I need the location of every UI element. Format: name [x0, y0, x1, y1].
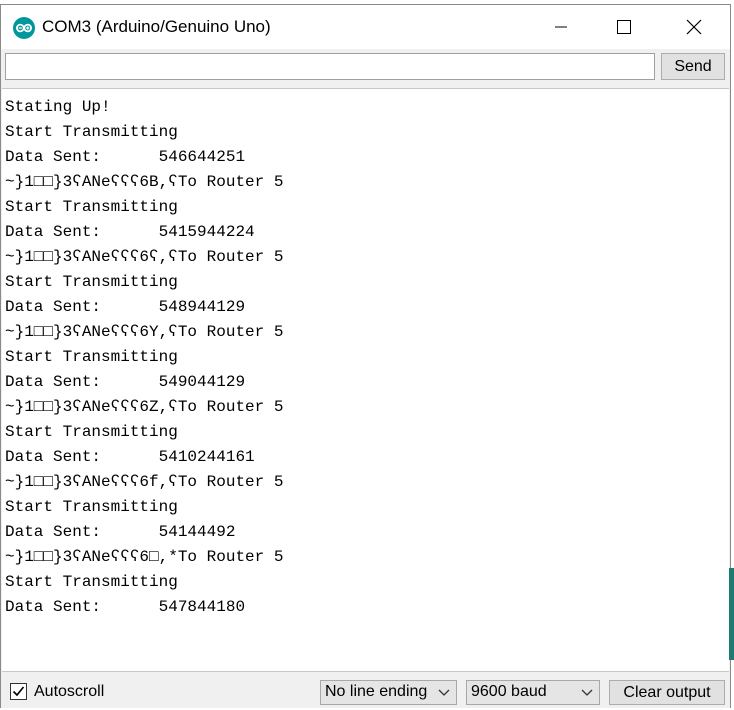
output-line: Start Transmitting — [5, 573, 178, 591]
window-title: COM3 (Arduino/Genuino Uno) — [42, 17, 271, 36]
line-ending-value: No line ending — [325, 683, 428, 700]
minimize-button[interactable] — [538, 5, 584, 49]
title-bar[interactable]: COM3 (Arduino/Genuino Uno) — [1, 5, 730, 49]
command-row: Send — [1, 50, 730, 88]
output-line: Data Sent: 5410244161 — [5, 448, 255, 466]
autoscroll-checkbox[interactable] — [10, 683, 27, 700]
output-line: Data Sent: 547844180 — [5, 598, 246, 616]
output-line: Start Transmitting — [5, 498, 178, 516]
send-button[interactable]: Send — [661, 53, 725, 80]
output-line: Data Sent: 548944129 — [5, 298, 246, 316]
output-line: ~}1□□}3ʕANeʕʕʕ6ʕ,ʕTo Router 5 — [5, 248, 284, 266]
serial-output[interactable]: Stating Up! Start Transmitting Data Sent: … — [2, 88, 729, 672]
output-line: Start Transmitting — [5, 273, 178, 291]
line-ending-select[interactable]: No line ending — [320, 680, 457, 705]
output-line: ~}1□□}3ʕANeʕʕʕ6Y,ʕTo Router 5 — [5, 323, 284, 341]
serial-input[interactable] — [5, 53, 655, 80]
output-line: Start Transmitting — [5, 198, 178, 216]
baud-rate-value: 9600 baud — [471, 683, 547, 700]
checkmark-icon — [12, 686, 25, 697]
output-line: Data Sent: 5415944224 — [5, 223, 255, 241]
output-line: ~}1□□}3ʕANeʕʕʕ6□,*To Router 5 — [5, 548, 284, 566]
output-line: ~}1□□}3ʕANeʕʕʕ6Z,ʕTo Router 5 — [5, 398, 284, 416]
output-line: Data Sent: 549044129 — [5, 373, 246, 391]
autoscroll-label: Autoscroll — [34, 683, 105, 700]
output-line: Data Sent: 54144492 — [5, 523, 236, 541]
output-line: Stating Up! — [5, 98, 111, 116]
output-line: ~}1□□}3ʕANeʕʕʕ6B,ʕTo Router 5 — [5, 173, 284, 191]
arduino-icon — [13, 17, 35, 39]
chevron-down-icon — [438, 689, 450, 696]
close-icon — [686, 19, 702, 35]
chevron-down-icon — [581, 689, 593, 696]
close-button[interactable] — [671, 5, 717, 49]
baud-rate-select[interactable]: 9600 baud — [466, 680, 600, 705]
output-line: Start Transmitting — [5, 423, 178, 441]
output-line: Start Transmitting — [5, 348, 178, 366]
output-line: Data Sent: 546644251 — [5, 148, 246, 166]
output-line: Start Transmitting — [5, 123, 178, 141]
status-bar: Autoscroll No line ending 9600 baud Clea… — [1, 672, 730, 708]
background-window-edge — [729, 568, 734, 660]
maximize-button[interactable] — [601, 5, 647, 49]
minimize-icon — [555, 26, 567, 28]
output-line: ~}1□□}3ʕANeʕʕʕ6f,ʕTo Router 5 — [5, 473, 284, 491]
clear-output-button[interactable]: Clear output — [609, 680, 725, 705]
serial-monitor-window: COM3 (Arduino/Genuino Uno) Send Stating … — [0, 4, 731, 708]
maximize-icon — [617, 20, 631, 34]
